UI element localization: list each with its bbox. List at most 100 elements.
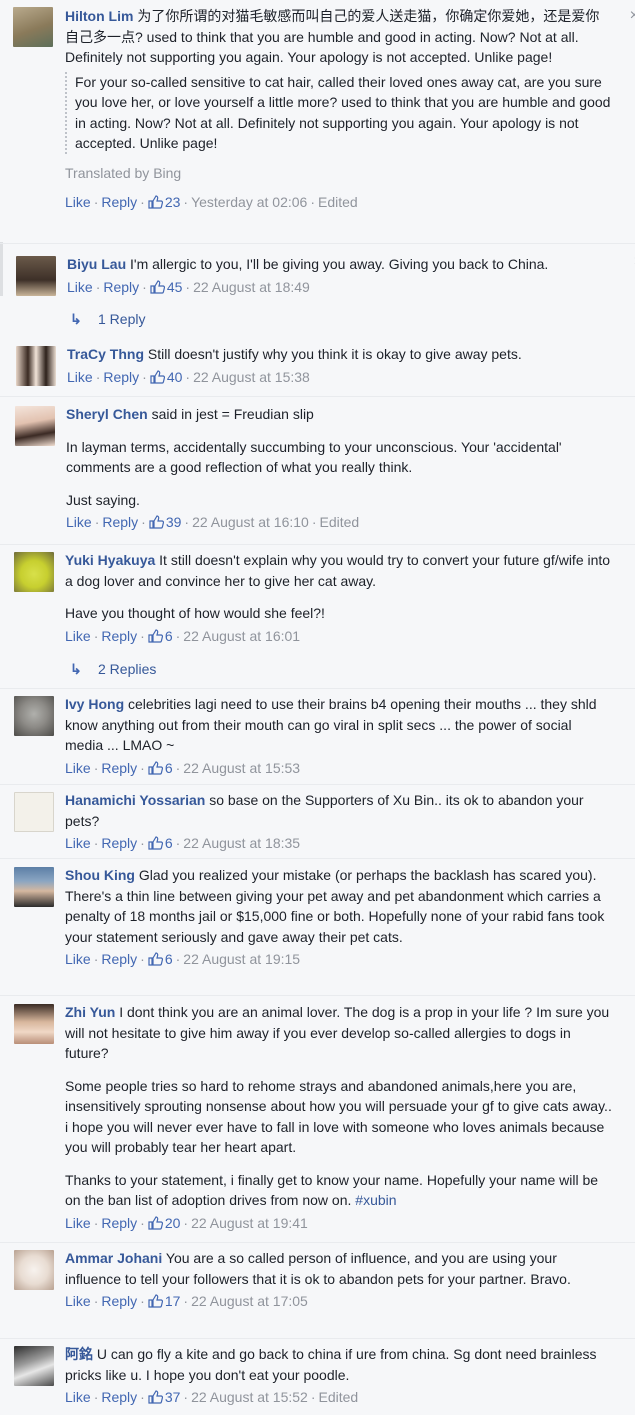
comment-author[interactable]: Biyu Lau [67,256,126,272]
translated-by[interactable]: Translated by Bing [65,163,613,184]
divider [0,784,635,785]
comment-text: Sheryl Chen said in jest = Freudian slip [66,406,314,422]
comment-author[interactable]: 阿銘 [65,1346,93,1362]
comment: Zhi Yun I dont think you are an animal l… [0,1002,635,1233]
like-button[interactable]: Like [67,279,93,295]
like-button[interactable]: Like [65,835,91,851]
comment-author[interactable]: Sheryl Chen [66,406,148,422]
timestamp[interactable]: 22 August at 15:52 [191,1389,308,1405]
avatar[interactable] [14,552,54,592]
avatar[interactable] [14,1004,54,1044]
like-count[interactable]: 6 [148,951,173,967]
comment: 阿銘 U can go fly a kite and go back to ch… [0,1344,635,1408]
like-count[interactable]: 40 [150,369,182,385]
like-button[interactable]: Like [65,628,91,644]
edited-label[interactable]: Edited [320,514,360,530]
comment: Ivy Hong celebrities lagi need to use th… [0,694,635,778]
reply-button[interactable]: Reply [103,369,139,385]
reply-button[interactable]: Reply [101,760,137,776]
timestamp[interactable]: Yesterday at 02:06 [191,194,307,210]
like-count[interactable]: 39 [149,514,181,530]
avatar[interactable] [15,406,55,446]
comment-actions: Like · Reply · 6 · 22 August at 16:01 [65,627,301,644]
comment-author[interactable]: Shou King [65,867,135,883]
like-button[interactable]: Like [66,514,92,530]
comment-body: Sheryl Chen said in jest = Freudian slip… [66,404,613,533]
comment: Yuki Hyakuya It still doesn't explain wh… [0,550,635,646]
like-button[interactable]: Like [65,1389,91,1405]
edited-label[interactable]: Edited [319,1389,359,1405]
timestamp[interactable]: 22 August at 16:10 [192,514,309,530]
view-replies-link[interactable]: ↳ 2 Replies [70,658,156,680]
comment-author[interactable]: Hanamichi Yossarian [65,792,205,808]
avatar[interactable] [16,346,56,386]
comment-body: Ivy Hong celebrities lagi need to use th… [65,694,613,778]
like-button[interactable]: Like [65,951,91,967]
thumbs-up-icon [148,628,163,643]
like-button[interactable]: Like [67,369,93,385]
comment: Ammar Johani You are a so called person … [0,1248,635,1312]
timestamp[interactable]: 22 August at 16:01 [183,628,300,644]
reply-button[interactable]: Reply [101,951,137,967]
reply-button[interactable]: Reply [101,1389,137,1405]
like-count[interactable]: 45 [150,279,182,295]
comment-author[interactable]: Ammar Johani [65,1250,162,1266]
edited-label[interactable]: Edited [318,194,358,210]
comment-actions: Like · Reply · 37 · 22 August at 15:52 · Edited [65,1389,359,1405]
like-count[interactable]: 17 [148,1293,180,1309]
comment-author[interactable]: TraCy Thng [67,346,144,362]
comment-text: Hanamichi Yossarian so base on the Suppo… [65,792,584,829]
reply-button[interactable]: Reply [101,1293,137,1309]
comment-text: TraCy Thng Still doesn't justify why you… [67,346,522,362]
comment-actions: Like · Reply · 40 · 22 August at 15:38 [67,368,310,385]
like-count[interactable]: 23 [148,194,180,210]
like-count[interactable]: 6 [148,835,173,851]
comment-actions: Like · Reply · 6 · 22 August at 18:35 [65,835,301,851]
comment-text: 阿銘 U can go fly a kite and go back to ch… [65,1346,597,1383]
thumbs-up-icon [149,515,164,529]
comment-author[interactable]: Hilton Lim [65,8,133,24]
close-icon[interactable]: × [630,8,635,24]
avatar[interactable] [14,1346,54,1386]
like-button[interactable]: Like [65,1215,91,1231]
like-button[interactable]: Like [65,760,91,776]
comment-content: 为了你所谓的对猫毛敏感而叫自己的爱人送走猫，你确定你爱她，还是爱你自己多一点? … [65,8,600,65]
timestamp[interactable]: 22 August at 18:49 [193,279,310,295]
comment-body: TraCy Thng Still doesn't justify why you… [67,344,613,387]
timestamp[interactable]: 22 August at 19:41 [191,1215,308,1231]
view-replies-link[interactable]: ↳ 1 Reply [70,308,145,330]
comment-body: Hanamichi Yossarian so base on the Suppo… [65,790,613,854]
reply-button[interactable]: Reply [102,514,138,530]
reply-button[interactable]: Reply [101,1215,137,1231]
comment-paragraph: Some people tries so hard to rehome stra… [65,1077,612,1156]
reply-button[interactable]: Reply [101,628,137,644]
timestamp[interactable]: 22 August at 18:35 [183,835,300,851]
comment-author[interactable]: Zhi Yun [65,1004,115,1020]
comment-body: Shou King Glad you realized your mistake… [65,865,613,970]
avatar[interactable] [14,696,54,736]
reply-button[interactable]: Reply [101,194,137,210]
avatar[interactable] [16,256,56,296]
reply-button[interactable]: Reply [103,279,139,295]
like-count[interactable]: 6 [148,628,173,644]
comment-actions: Like · Reply · 6 · 22 August at 19:15 [65,951,301,967]
comment-text: Yuki Hyakuya It still doesn't explain wh… [65,552,611,589]
comment-author[interactable]: Yuki Hyakuya [65,552,155,568]
avatar[interactable] [14,792,54,832]
timestamp[interactable]: 22 August at 17:05 [191,1293,308,1309]
like-button[interactable]: Like [65,194,91,210]
avatar[interactable] [13,7,53,47]
like-count[interactable]: 20 [148,1215,180,1231]
comment-author[interactable]: Ivy Hong [65,696,124,712]
timestamp[interactable]: 22 August at 15:53 [183,760,300,776]
hashtag-link[interactable]: #xubin [355,1192,396,1208]
like-button[interactable]: Like [65,1293,91,1309]
avatar[interactable] [14,1250,54,1290]
timestamp[interactable]: 22 August at 19:15 [183,951,300,967]
reply-button[interactable]: Reply [101,835,137,851]
avatar[interactable] [14,867,54,907]
like-count[interactable]: 37 [148,1389,180,1405]
comments-feed: Hilton Lim 为了你所谓的对猫毛敏感而叫自己的爱人送走猫，你确定你爱她，… [0,0,635,1415]
like-count[interactable]: 6 [148,760,173,776]
timestamp[interactable]: 22 August at 15:38 [193,369,310,385]
